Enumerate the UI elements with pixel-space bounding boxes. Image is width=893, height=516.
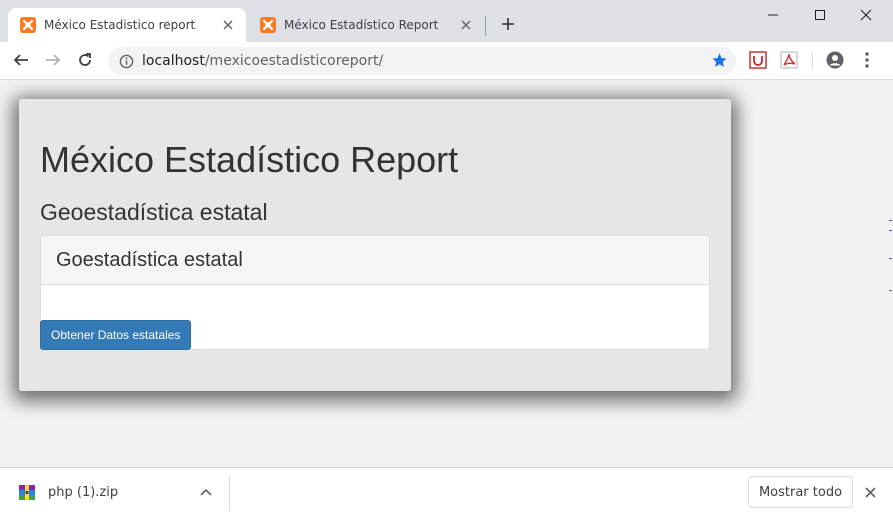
minimize-window-icon[interactable] [750,0,796,30]
panel-heading: Goestadística estatal [41,236,709,285]
close-download-shelf-icon[interactable] [862,484,878,500]
tab-mexico-estadistico-report-active[interactable]: México Estadistico report [8,8,246,42]
panel: Goestadística estatal Obtener Datos esta… [40,235,710,350]
browser-toolbar: localhost/mexicoestadisticoreport/ [0,42,893,80]
zip-archive-icon [19,485,35,500]
maximize-window-icon[interactable] [797,0,843,30]
tab-separator [485,16,486,36]
download-item[interactable]: php (1).zip [18,468,118,516]
xampp-favicon-icon [20,17,36,33]
extension-pdf-icon[interactable] [780,51,798,69]
jumbotron: México Estadístico Report Geoestadística… [19,99,731,391]
page-title: México Estadístico Report [40,139,459,180]
download-separator [229,476,230,510]
address-url: localhost/mexicoestadisticoreport/ [142,53,383,69]
chevron-up-icon[interactable] [199,485,213,499]
tab-mexico-estadistico-report[interactable]: México Estadístico Report [248,8,484,42]
url-path: /mexicoestadisticoreport/ [204,53,384,69]
cropped-edge-marks [889,220,892,291]
show-all-downloads-button[interactable]: Mostrar todo [748,476,853,508]
tab-title: México Estadístico Report [284,18,439,32]
url-host: localhost [142,53,205,69]
forward-arrow-icon[interactable] [41,48,65,72]
download-shelf: php (1).zip Mostrar todo [0,467,893,516]
xampp-favicon-icon [260,17,276,33]
extension-shield-icon[interactable] [749,51,767,69]
section-subtitle: Geoestadística estatal [40,199,268,225]
reload-icon[interactable] [73,48,97,72]
bookmark-star-icon[interactable] [711,52,728,74]
tab-title: México Estadistico report [44,18,196,32]
new-tab-plus-icon[interactable] [498,14,518,34]
obtener-datos-estatales-button[interactable]: Obtener Datos estatales [40,320,192,350]
close-tab-icon[interactable] [220,17,236,33]
toolbar-separator [812,52,813,70]
address-bar[interactable]: localhost/mexicoestadisticoreport/ [108,47,736,75]
page-viewport: México Estadístico Report Geoestadística… [0,80,893,467]
close-tab-icon[interactable] [458,17,474,33]
profile-avatar-icon[interactable] [826,51,844,69]
back-arrow-icon[interactable] [9,48,33,72]
close-window-icon[interactable] [843,0,889,30]
more-menu-icon[interactable] [858,51,876,69]
tab-strip: México Estadistico report México Estadís… [0,0,893,42]
download-file-name: php (1).zip [48,484,119,500]
site-info-icon[interactable] [118,53,134,69]
